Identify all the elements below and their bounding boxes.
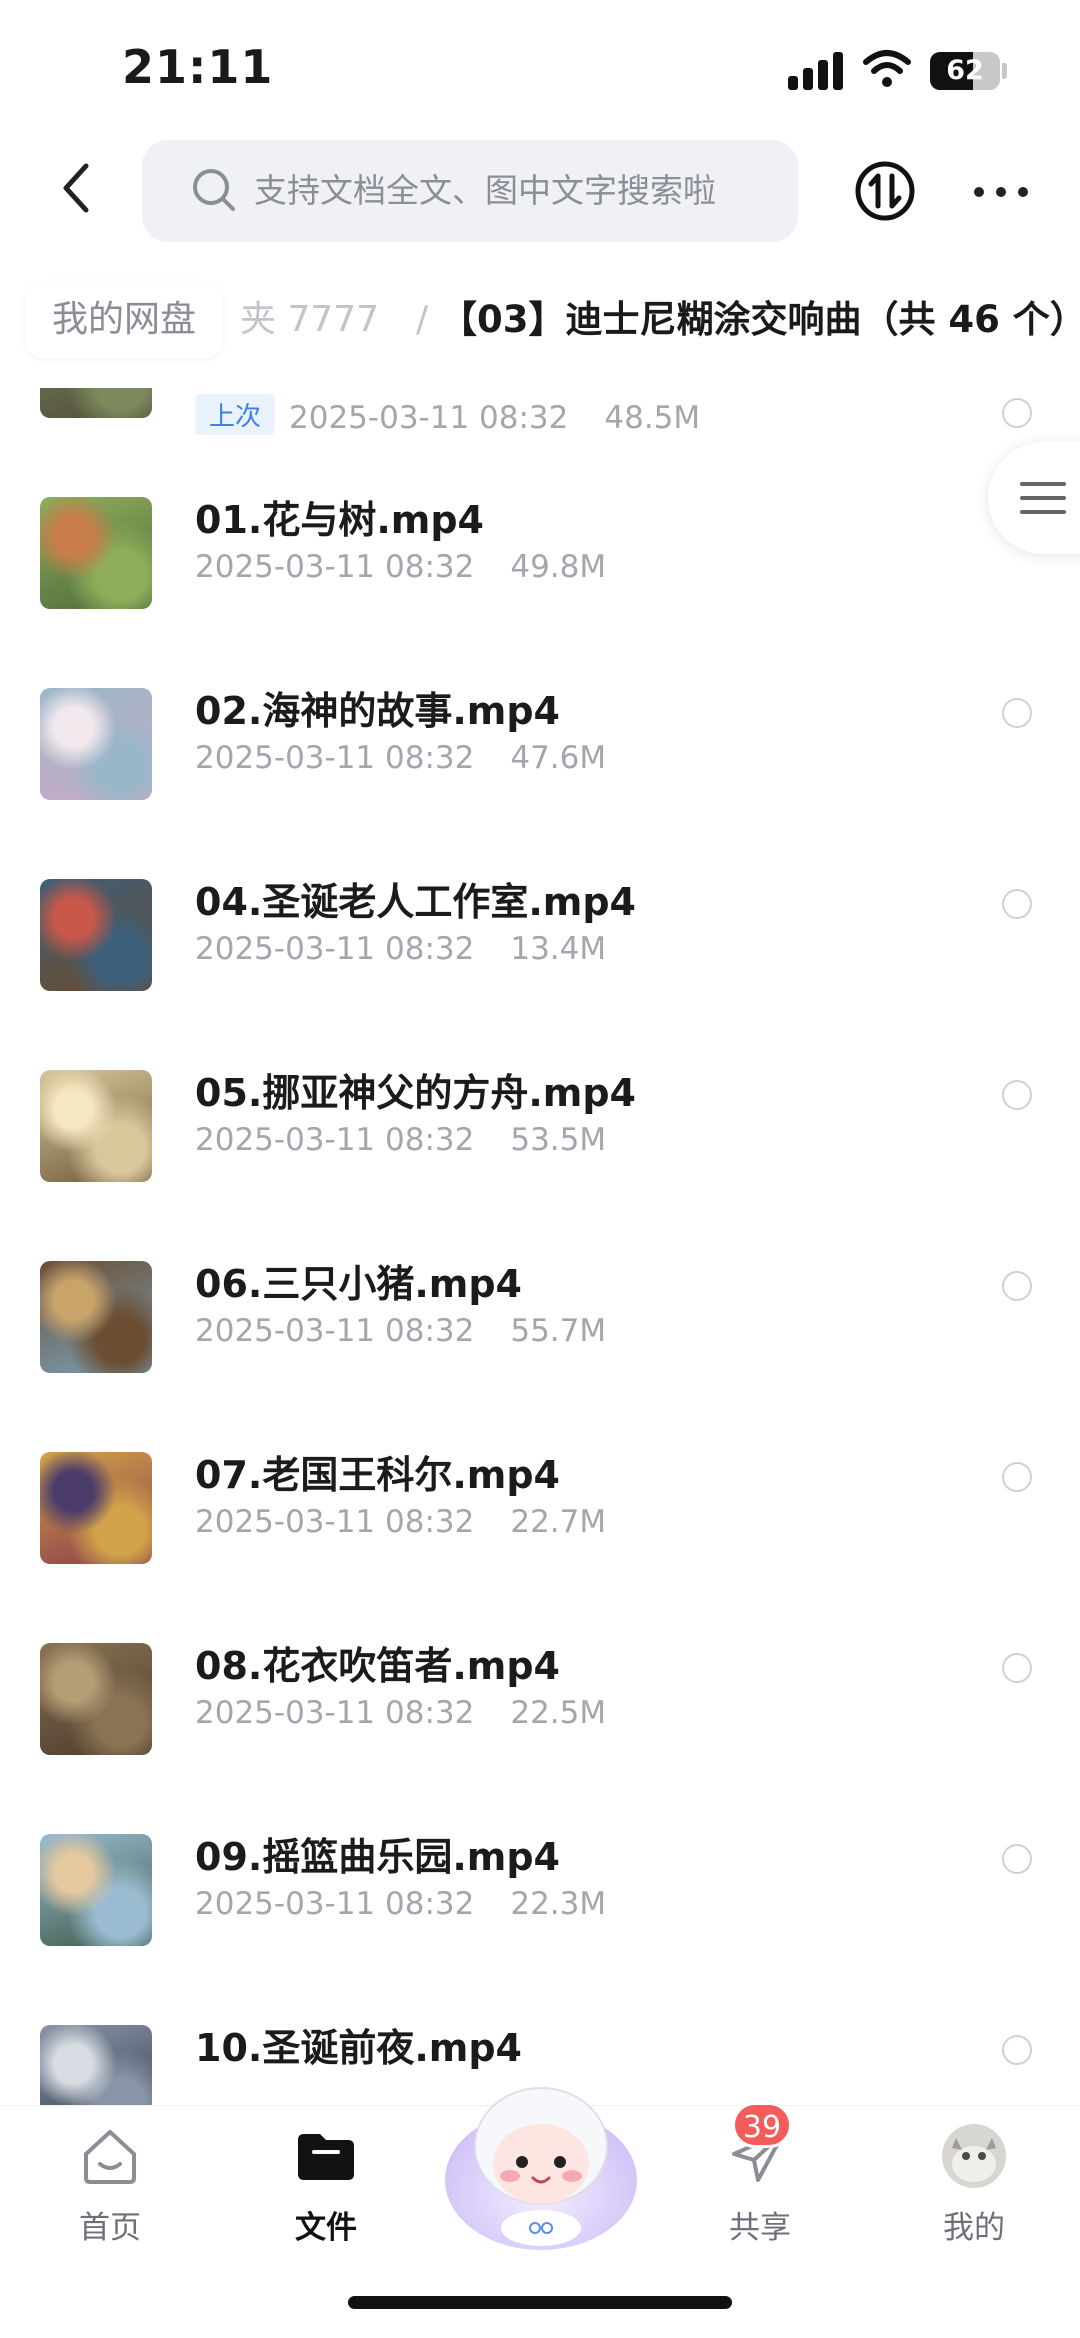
file-date: 2025-03-11 08:32 xyxy=(195,1504,475,1540)
video-thumbnail xyxy=(40,1261,152,1373)
tab-home[interactable]: 首页 xyxy=(40,2124,180,2247)
file-date: 2025-03-11 08:32 xyxy=(195,1313,475,1349)
file-name: 05.挪亚神父的方舟.mp4 xyxy=(195,1071,636,1115)
search-input[interactable]: 支持文档全文、图中文字搜索啦 xyxy=(142,140,798,242)
file-size: 47.6M xyxy=(510,740,607,776)
tab-mine[interactable]: 我的 xyxy=(904,2124,1044,2247)
home-indicator xyxy=(348,2296,732,2309)
search-icon xyxy=(193,169,235,211)
file-name: 09.摇篮曲乐园.mp4 xyxy=(195,1835,560,1879)
list-item[interactable]: 09.摇篮曲乐园.mp4 2025-03-11 08:32 22.3M xyxy=(0,1794,1080,1985)
transfer-icon[interactable] xyxy=(854,160,916,222)
video-thumbnail xyxy=(40,879,152,991)
last-opened-tag: 上次 xyxy=(195,394,276,435)
tab-label: 共享 xyxy=(729,2210,791,2246)
file-date: 2025-03-11 08:32 xyxy=(195,549,475,585)
file-size: 49.8M xyxy=(510,549,607,585)
file-size: 13.4M xyxy=(510,931,607,967)
select-checkbox[interactable] xyxy=(1002,1271,1032,1301)
tab-label: 文件 xyxy=(295,2210,357,2246)
select-checkbox[interactable] xyxy=(1002,1462,1032,1492)
list-item[interactable]: 上次 2025-03-11 08:32 48.5M xyxy=(0,388,1080,457)
select-checkbox[interactable] xyxy=(1002,1080,1032,1110)
list-item[interactable]: 02.海神的故事.mp4 2025-03-11 08:32 47.6M xyxy=(0,648,1080,839)
file-date: 2025-03-11 08:32 xyxy=(195,1122,475,1158)
file-name: 07.老国王科尔.mp4 xyxy=(195,1453,560,1497)
search-placeholder: 支持文档全文、图中文字搜索啦 xyxy=(254,171,716,210)
video-thumbnail xyxy=(40,1452,152,1564)
select-checkbox[interactable] xyxy=(1002,398,1032,428)
file-size: 22.3M xyxy=(510,1886,607,1922)
tab-files[interactable]: 文件 xyxy=(256,2124,396,2247)
file-size: 48.5M xyxy=(604,400,701,436)
back-button[interactable] xyxy=(52,158,102,218)
assistant-mascot-icon[interactable] xyxy=(438,2068,644,2258)
file-name: 01.花与树.mp4 xyxy=(195,498,484,542)
status-bar: 21:11 62 xyxy=(0,0,1080,130)
wifi-icon xyxy=(863,50,911,87)
notification-badge: 39 xyxy=(732,2102,792,2148)
list-item[interactable]: 01.花与树.mp4 2025-03-11 08:32 49.8M xyxy=(0,457,1080,648)
file-name: 08.花衣吹笛者.mp4 xyxy=(195,1644,560,1688)
video-thumbnail xyxy=(40,1834,152,1946)
list-item[interactable]: 04.圣诞老人工作室.mp4 2025-03-11 08:32 13.4M xyxy=(0,839,1080,1030)
select-checkbox[interactable] xyxy=(1002,698,1032,728)
video-thumbnail xyxy=(40,388,152,418)
folder-icon xyxy=(298,2134,354,2180)
file-date: 2025-03-11 08:32 xyxy=(195,740,475,776)
file-list[interactable]: 上次 2025-03-11 08:32 48.5M 01.花与树.mp4 2025-… xyxy=(0,388,1080,2105)
breadcrumb-home[interactable]: 我的网盘 xyxy=(26,282,223,358)
breadcrumb-current: 【03】迪士尼糊涂交响曲（共 46 个） xyxy=(440,298,1080,341)
file-size: 55.7M xyxy=(510,1313,607,1349)
tab-label: 首页 xyxy=(79,2210,141,2246)
file-name: 04.圣诞老人工作室.mp4 xyxy=(195,880,636,924)
select-checkbox[interactable] xyxy=(1002,1844,1032,1874)
video-thumbnail xyxy=(40,497,152,609)
file-date: 2025-03-11 08:32 xyxy=(195,931,475,967)
file-size: 22.5M xyxy=(510,1695,607,1731)
battery-icon: 62 xyxy=(930,52,1000,90)
list-item[interactable]: 05.挪亚神父的方舟.mp4 2025-03-11 08:32 53.5M xyxy=(0,1030,1080,1221)
status-time: 21:11 xyxy=(122,40,274,94)
tab-label: 我的 xyxy=(943,2210,1005,2246)
video-thumbnail xyxy=(40,1070,152,1182)
more-dots-icon[interactable] xyxy=(974,176,1030,206)
breadcrumb: 夹 7777 / 【03】迪士尼糊涂交响曲（共 46 个） 我的网盘 xyxy=(0,278,1080,366)
video-thumbnail xyxy=(40,688,152,800)
select-checkbox[interactable] xyxy=(1002,1653,1032,1683)
avatar xyxy=(942,2124,1006,2188)
battery-level: 62 xyxy=(946,55,984,86)
file-date: 2025-03-11 08:32 xyxy=(289,400,569,436)
file-date: 2025-03-11 08:32 xyxy=(195,1695,475,1731)
breadcrumb-parent[interactable]: 夹 7777 xyxy=(240,282,379,358)
signal-icon xyxy=(788,52,844,90)
home-icon xyxy=(84,2130,136,2184)
file-name: 10.圣诞前夜.mp4 xyxy=(195,2026,522,2070)
file-name: 02.海神的故事.mp4 xyxy=(195,689,560,733)
breadcrumb-separator: / xyxy=(416,299,429,340)
list-item[interactable]: 07.老国王科尔.mp4 2025-03-11 08:32 22.7M xyxy=(0,1412,1080,1603)
file-size: 53.5M xyxy=(510,1122,607,1158)
list-item[interactable]: 08.花衣吹笛者.mp4 2025-03-11 08:32 22.5M xyxy=(0,1603,1080,1794)
select-checkbox[interactable] xyxy=(1002,889,1032,919)
list-item[interactable]: 06.三只小猪.mp4 2025-03-11 08:32 55.7M xyxy=(0,1221,1080,1412)
video-thumbnail xyxy=(40,1643,152,1755)
tab-share[interactable]: 39 共享 xyxy=(690,2102,830,2247)
file-name: 06.三只小猪.mp4 xyxy=(195,1262,522,1306)
select-checkbox[interactable] xyxy=(1002,2035,1032,2065)
video-thumbnail xyxy=(40,2025,152,2105)
battery-tip xyxy=(1002,63,1007,79)
file-size: 22.7M xyxy=(510,1504,607,1540)
file-date: 2025-03-11 08:32 xyxy=(195,1886,475,1922)
